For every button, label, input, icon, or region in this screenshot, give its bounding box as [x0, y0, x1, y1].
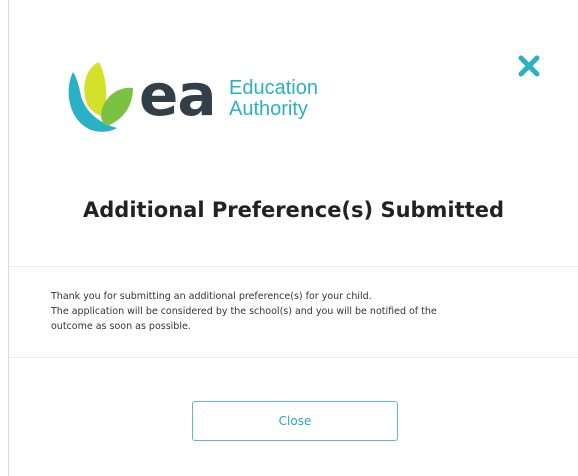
ea-leaf-icon — [68, 62, 133, 132]
message-line-3: outcome as soon as possible. — [51, 321, 191, 332]
logo-tagline-line1: Education — [229, 77, 318, 99]
dialog-footer: Close — [9, 358, 578, 476]
dialog-header: ea Education Authority Additional Prefer… — [9, 0, 578, 267]
page: ea Education Authority Additional Prefer… — [0, 0, 578, 476]
logo-wordmark: ea — [139, 61, 216, 129]
confirmation-message: Thank you for submitting an additional p… — [51, 289, 551, 334]
education-authority-logo: ea Education Authority — [63, 58, 343, 138]
message-line-1: Thank you for submitting an additional p… — [51, 291, 372, 302]
submission-dialog: ea Education Authority Additional Prefer… — [9, 0, 578, 476]
logo-tagline: Education Authority — [229, 78, 318, 120]
logo-tagline-line2: Authority — [229, 98, 308, 120]
close-button[interactable]: Close — [192, 401, 398, 441]
dialog-title: Additional Preference(s) Submitted — [83, 198, 504, 222]
message-line-2: The application will be considered by th… — [51, 306, 437, 317]
close-x-icon[interactable] — [517, 54, 541, 78]
dialog-body: Thank you for submitting an additional p… — [9, 267, 578, 358]
